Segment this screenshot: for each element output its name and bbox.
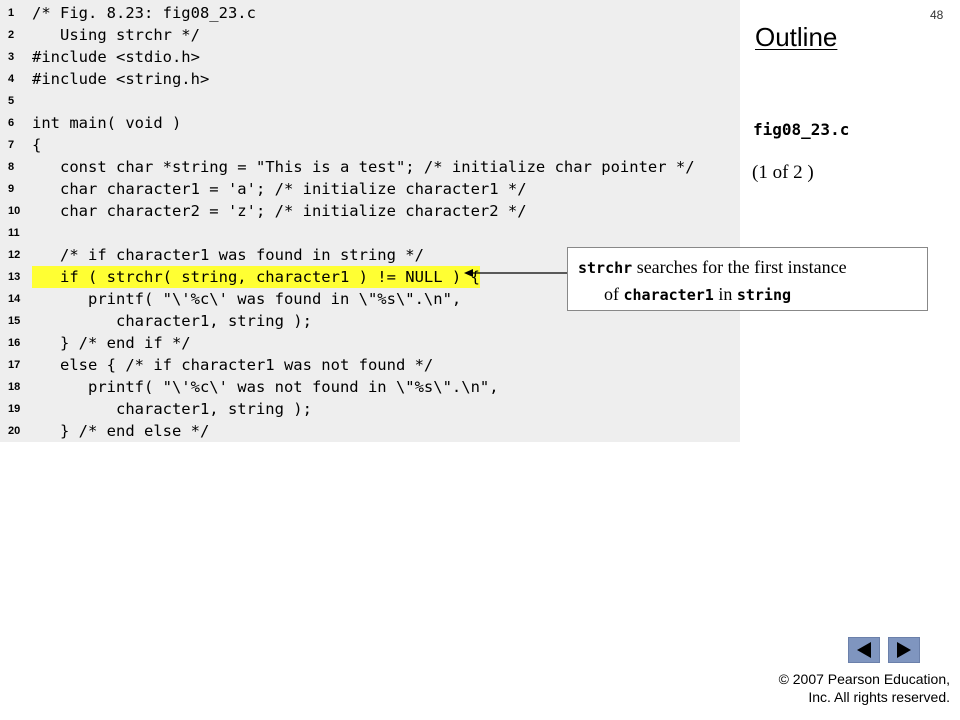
next-slide-button[interactable] [888,637,920,663]
code-text: } /* end else */ [32,422,210,440]
callout-text: of [604,284,624,304]
line-number: 12 [8,249,21,261]
line-number: 1 [8,7,15,19]
line-number: 2 [8,29,15,41]
code-line: 19 character1, string ); [0,398,740,420]
code-line: 10 char character2 = 'z'; /* initialize … [0,200,740,222]
code-text: Using strchr */ [32,26,200,44]
line-number: 16 [8,337,21,349]
code-line: 9 char character1 = 'a'; /* initialize c… [0,178,740,200]
line-number: 10 [8,205,21,217]
code-text: char character2 = 'z'; /* initialize cha… [32,202,527,220]
code-line: 5 [0,90,740,112]
arrow-left-icon [857,642,871,658]
file-name: fig08_23.c [753,120,850,139]
code-text: #include <stdio.h> [32,48,200,66]
code-text: int main( void ) [32,114,182,132]
line-number: 14 [8,293,21,305]
code-text: /* Fig. 8.23: fig08_23.c [32,4,256,22]
code-text: /* if character1 was found in string */ [32,246,424,264]
highlighted-code-text: if ( strchr( string, character1 ) != NUL… [32,266,480,288]
callout-text: searches for the first instance [632,257,847,277]
code-line: 3 #include <stdio.h> [0,46,740,68]
code-line: 16 } /* end if */ [0,332,740,354]
code-listing: 1 /* Fig. 8.23: fig08_23.c 2 Using strchr … [0,0,740,442]
code-line: 20 } /* end else */ [0,420,740,442]
line-number: 5 [8,95,15,107]
line-number: 4 [8,73,15,85]
copyright: © 2007 Pearson Education, Inc. All right… [750,670,950,706]
code-line: 2 Using strchr */ [0,24,740,46]
callout-box: strchr searches for the first instance o… [567,247,928,311]
line-number: 19 [8,403,21,415]
callout-code-strchr: strchr [578,259,633,277]
previous-slide-button[interactable] [848,637,880,663]
callout-code-character1: character1 [623,286,714,304]
code-line: 17 else { /* if character1 was not found… [0,354,740,376]
code-text: #include <string.h> [32,70,210,88]
page-part-label: (1 of 2 ) [752,162,814,183]
callout-line-1: strchr searches for the first instance [578,254,927,281]
line-number: 18 [8,381,21,393]
line-number: 3 [8,51,15,63]
code-text: else { /* if character1 was not found */ [32,356,434,374]
callout-text: in [713,284,737,304]
line-number: 7 [8,139,15,151]
line-number: 11 [8,227,20,239]
code-line: 18 printf( "\'%c\' was not found in \"%s… [0,376,740,398]
code-line: 1 /* Fig. 8.23: fig08_23.c [0,2,740,24]
code-line: 8 const char *string = "This is a test";… [0,156,740,178]
line-number: 8 [8,161,15,173]
code-line: 6 int main( void ) [0,112,740,134]
line-number: 9 [8,183,15,195]
callout-code-string: string [736,286,792,304]
code-line: 4 #include <string.h> [0,68,740,90]
line-number: 13 [8,271,21,283]
code-text: { [32,136,42,154]
callout-arrow-icon [464,269,568,277]
code-line: 15 character1, string ); [0,310,740,332]
line-number: 17 [8,359,21,371]
copyright-line-2: Inc. All rights reserved. [808,689,950,705]
line-number: 15 [8,315,21,327]
code-text: character1, string ); [32,400,312,418]
code-text: char character1 = 'a'; /* initialize cha… [32,180,527,198]
code-text: character1, string ); [32,312,312,330]
code-text: printf( "\'%c\' was not found in \"%s\".… [32,378,499,396]
page-number: 48 [930,8,944,22]
code-text: printf( "\'%c\' was found in \"%s\".\n", [32,290,462,308]
outline-title: Outline [755,22,838,52]
code-line: 7{ [0,134,740,156]
copyright-line-1: © 2007 Pearson Education, [778,671,950,687]
code-line: 11 [0,222,740,244]
arrow-right-icon [897,642,911,658]
line-number: 6 [8,117,15,129]
code-text: const char *string = "This is a test"; /… [32,158,695,176]
line-number: 20 [8,425,21,437]
code-text: } /* end if */ [32,334,191,352]
callout-line-2: of character1 in string [578,281,927,308]
